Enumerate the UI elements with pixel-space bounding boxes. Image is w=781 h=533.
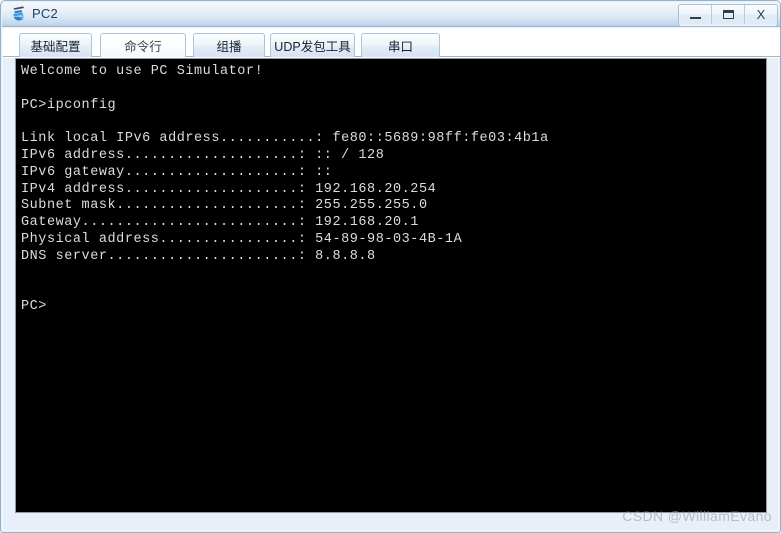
terminal-line: DNS server......................: 8.8.8.… (21, 248, 376, 264)
tab-label: 组播 (216, 40, 242, 54)
window-controls: X (678, 4, 778, 27)
terminal-line: IPv4 address....................: 192.16… (21, 181, 437, 197)
maximize-icon (722, 10, 734, 19)
terminal-line: Link local IPv6 address...........: fe80… (21, 131, 549, 147)
tab-command-line[interactable]: 命令行 (100, 33, 186, 57)
window-title: PC2 (32, 6, 58, 21)
maximize-button[interactable] (712, 5, 745, 24)
tab-strip: 基础配置 命令行 组播 UDP发包工具 串口 (3, 28, 780, 58)
terminal-line: IPv6 address....................: :: / 1… (21, 147, 385, 163)
tab-label: UDP发包工具 (274, 40, 351, 54)
tab-multicast[interactable]: 组播 (193, 33, 265, 57)
close-icon: X (756, 7, 766, 22)
minimize-button[interactable] (679, 5, 712, 24)
terminal-output[interactable]: Welcome to use PC Simulator! PC>ipconfig… (21, 64, 766, 512)
tab-label: 基础配置 (30, 40, 81, 54)
terminal-console[interactable]: Welcome to use PC Simulator! PC>ipconfig… (15, 58, 767, 513)
terminal-line: Welcome to use PC Simulator! (21, 64, 264, 79)
close-button[interactable]: X (745, 5, 777, 24)
tab-basic-config[interactable]: 基础配置 (19, 33, 92, 57)
terminal-line: IPv6 gateway....................: :: (21, 164, 333, 180)
tab-serial-port[interactable]: 串口 (361, 33, 440, 57)
terminal-line: PC>ipconfig (21, 97, 117, 113)
tab-udp-packet-tool[interactable]: UDP发包工具 (270, 33, 355, 57)
pc-terminal-icon (11, 5, 29, 23)
title-bar: PC2 X (2, 2, 780, 27)
terminal-line: Physical address................: 54-89-… (21, 231, 463, 247)
pc2-window: PC2 X 基础配置 命令行 组播 UDP发包工具 串口 Welcome to … (0, 0, 781, 533)
tab-label: 串口 (387, 40, 413, 54)
minimize-icon (689, 16, 701, 19)
terminal-line: Gateway.........................: 192.16… (21, 215, 419, 231)
terminal-line: PC> (21, 299, 47, 315)
tab-label: 命令行 (124, 40, 162, 54)
terminal-line: Subnet mask.....................: 255.25… (21, 198, 428, 214)
